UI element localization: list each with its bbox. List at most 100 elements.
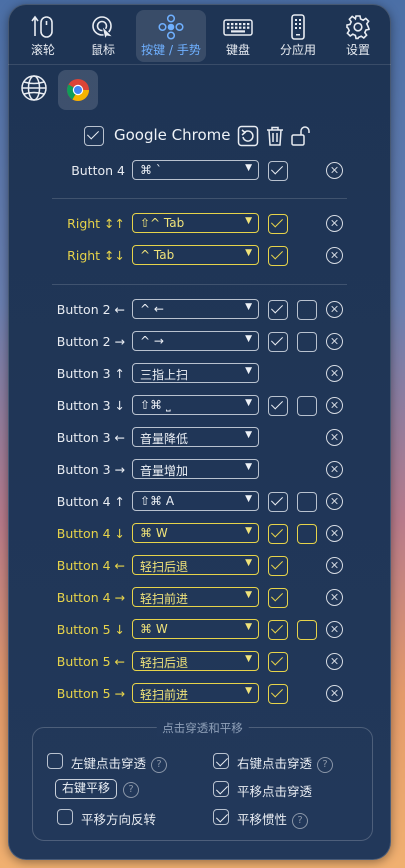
shortcut-value: 轻扫前进 bbox=[140, 688, 189, 702]
shortcut-dropdown[interactable]: 轻扫前进 ▼ bbox=[132, 587, 259, 607]
remove-mapping-icon[interactable] bbox=[326, 301, 343, 318]
help-icon[interactable]: ? bbox=[317, 756, 334, 773]
remove-mapping-icon[interactable] bbox=[326, 429, 343, 446]
remove-mapping-icon[interactable] bbox=[326, 621, 343, 638]
app-name: Google Chrome bbox=[114, 126, 231, 144]
mapping-row: Button 5 → 轻扫前进 ▼ bbox=[8, 681, 391, 707]
mapping-trigger-label: Button 5 ← bbox=[56, 654, 125, 669]
repeat-checkbox[interactable] bbox=[297, 396, 317, 416]
enable-checkbox[interactable] bbox=[268, 396, 288, 416]
enable-checkbox[interactable] bbox=[268, 556, 288, 576]
shortcut-dropdown[interactable]: ⇧⌘ A ▼ bbox=[132, 491, 259, 511]
mapping-trigger-label: Button 2 → bbox=[56, 334, 125, 349]
shortcut-dropdown[interactable]: 音量降低 ▼ bbox=[132, 427, 259, 447]
tab-scroll[interactable]: 滚轮 bbox=[14, 10, 72, 62]
enable-checkbox[interactable] bbox=[268, 300, 288, 320]
tab-settings[interactable]: 设置 bbox=[329, 10, 387, 62]
enable-checkbox[interactable] bbox=[268, 214, 288, 234]
shortcut-value: ^ Tab bbox=[140, 248, 175, 262]
mouse-cursor-icon bbox=[92, 16, 115, 40]
enable-checkbox[interactable] bbox=[268, 588, 288, 608]
globe-icon[interactable] bbox=[20, 74, 48, 102]
tab-per-app[interactable]: 分应用 bbox=[269, 10, 327, 62]
repeat-checkbox[interactable] bbox=[297, 620, 317, 640]
help-icon[interactable]: ? bbox=[123, 782, 139, 798]
remove-mapping-icon[interactable] bbox=[326, 461, 343, 478]
pan-reverse-label: 平移方向反转 bbox=[81, 812, 157, 827]
app-enabled-checkbox[interactable] bbox=[84, 126, 104, 146]
shortcut-dropdown[interactable]: ⌘ ` ▼ bbox=[132, 160, 259, 180]
chevron-down-icon: ▼ bbox=[245, 334, 252, 344]
pan-click-passthrough-checkbox[interactable] bbox=[213, 781, 229, 797]
remove-mapping-icon[interactable] bbox=[326, 589, 343, 606]
remove-mapping-icon[interactable] bbox=[326, 685, 343, 702]
remove-mapping-icon[interactable] bbox=[326, 397, 343, 414]
remove-mapping-icon[interactable] bbox=[326, 493, 343, 510]
mapping-trigger-label: Button 3 ↓ bbox=[56, 398, 125, 413]
shortcut-dropdown[interactable]: ⇧⌘ ⎵ ▼ bbox=[132, 395, 259, 415]
chevron-down-icon: ▼ bbox=[245, 654, 252, 664]
enable-checkbox[interactable] bbox=[268, 524, 288, 544]
tab-settings-label: 设置 bbox=[345, 43, 370, 57]
right-click-passthrough-checkbox[interactable] bbox=[213, 753, 229, 769]
enable-checkbox[interactable] bbox=[268, 246, 288, 266]
repeat-checkbox[interactable] bbox=[297, 524, 317, 544]
tab-keyboard[interactable]: 键盘 bbox=[209, 10, 267, 62]
remove-mapping-icon[interactable] bbox=[326, 557, 343, 574]
shortcut-dropdown[interactable]: ⌘ W ▼ bbox=[132, 523, 259, 543]
enable-checkbox[interactable] bbox=[268, 684, 288, 704]
pan-click-passthrough-label: 平移点击穿透 bbox=[237, 784, 313, 799]
gear-icon bbox=[346, 15, 370, 40]
remove-mapping-icon[interactable] bbox=[326, 215, 343, 232]
enable-checkbox[interactable] bbox=[268, 620, 288, 640]
enable-checkbox[interactable] bbox=[268, 161, 288, 181]
repeat-checkbox[interactable] bbox=[297, 332, 317, 352]
shortcut-dropdown[interactable]: ⇧^ Tab ▼ bbox=[132, 213, 259, 233]
chevron-down-icon: ▼ bbox=[245, 216, 252, 226]
remove-mapping-icon[interactable] bbox=[326, 162, 343, 179]
shortcut-dropdown[interactable]: 轻扫后退 ▼ bbox=[132, 651, 259, 671]
shortcut-dropdown[interactable]: ⌘ W ▼ bbox=[132, 619, 259, 639]
unlock-icon[interactable] bbox=[290, 125, 314, 147]
tab-mouse[interactable]: 鼠标 bbox=[74, 10, 132, 62]
remove-mapping-icon[interactable] bbox=[326, 247, 343, 264]
enable-checkbox[interactable] bbox=[268, 492, 288, 512]
right-pan-button[interactable]: 右键平移 bbox=[55, 779, 117, 799]
shortcut-dropdown[interactable]: 轻扫后退 ▼ bbox=[132, 555, 259, 575]
scroll-wheel-icon bbox=[31, 15, 53, 38]
enable-checkbox[interactable] bbox=[268, 652, 288, 672]
shortcut-value: 音量增加 bbox=[140, 464, 189, 478]
reset-icon[interactable] bbox=[237, 125, 259, 147]
shortcut-dropdown[interactable]: ^ Tab ▼ bbox=[132, 245, 259, 265]
pan-reverse-checkbox[interactable] bbox=[57, 809, 73, 825]
left-click-passthrough-checkbox[interactable] bbox=[47, 753, 63, 769]
shortcut-value: ⇧⌘ ⎵ bbox=[140, 398, 171, 412]
shortcut-dropdown[interactable]: 三指上扫 ▼ bbox=[132, 363, 259, 383]
chevron-down-icon: ▼ bbox=[245, 398, 252, 408]
shortcut-dropdown[interactable]: 音量增加 ▼ bbox=[132, 459, 259, 479]
mapping-row: Right ↕↓ ^ Tab ▼ bbox=[8, 243, 391, 269]
phone-app-icon bbox=[291, 14, 305, 40]
shortcut-dropdown[interactable]: ^ ← ▼ bbox=[132, 299, 259, 319]
remove-mapping-icon[interactable] bbox=[326, 365, 343, 382]
shortcut-dropdown[interactable]: 轻扫前进 ▼ bbox=[132, 683, 259, 703]
enable-checkbox[interactable] bbox=[268, 332, 288, 352]
chrome-app-button[interactable] bbox=[58, 70, 98, 110]
help-icon[interactable]: ? bbox=[292, 812, 309, 829]
shortcut-dropdown[interactable]: ^ → ▼ bbox=[132, 331, 259, 351]
repeat-checkbox[interactable] bbox=[297, 300, 317, 320]
trash-icon[interactable] bbox=[264, 125, 286, 147]
remove-mapping-icon[interactable] bbox=[326, 525, 343, 542]
mapping-row: Button 3 ↓ ⇧⌘ ⎵ ▼ bbox=[8, 393, 391, 419]
shortcut-value: ^ → bbox=[140, 334, 164, 348]
remove-mapping-icon[interactable] bbox=[326, 333, 343, 350]
shortcut-value: ⌘ W bbox=[140, 526, 168, 540]
mapping-trigger-label: Button 4 bbox=[71, 163, 125, 178]
mapping-trigger-label: Button 4 ↓ bbox=[56, 526, 125, 541]
tab-mouse-label: 鼠标 bbox=[90, 43, 115, 57]
remove-mapping-icon[interactable] bbox=[326, 653, 343, 670]
tab-buttons-gestures[interactable]: 按键 / 手势 bbox=[136, 10, 206, 62]
pan-inertia-checkbox[interactable] bbox=[213, 809, 229, 825]
help-icon[interactable]: ? bbox=[151, 756, 168, 773]
repeat-checkbox[interactable] bbox=[297, 492, 317, 512]
